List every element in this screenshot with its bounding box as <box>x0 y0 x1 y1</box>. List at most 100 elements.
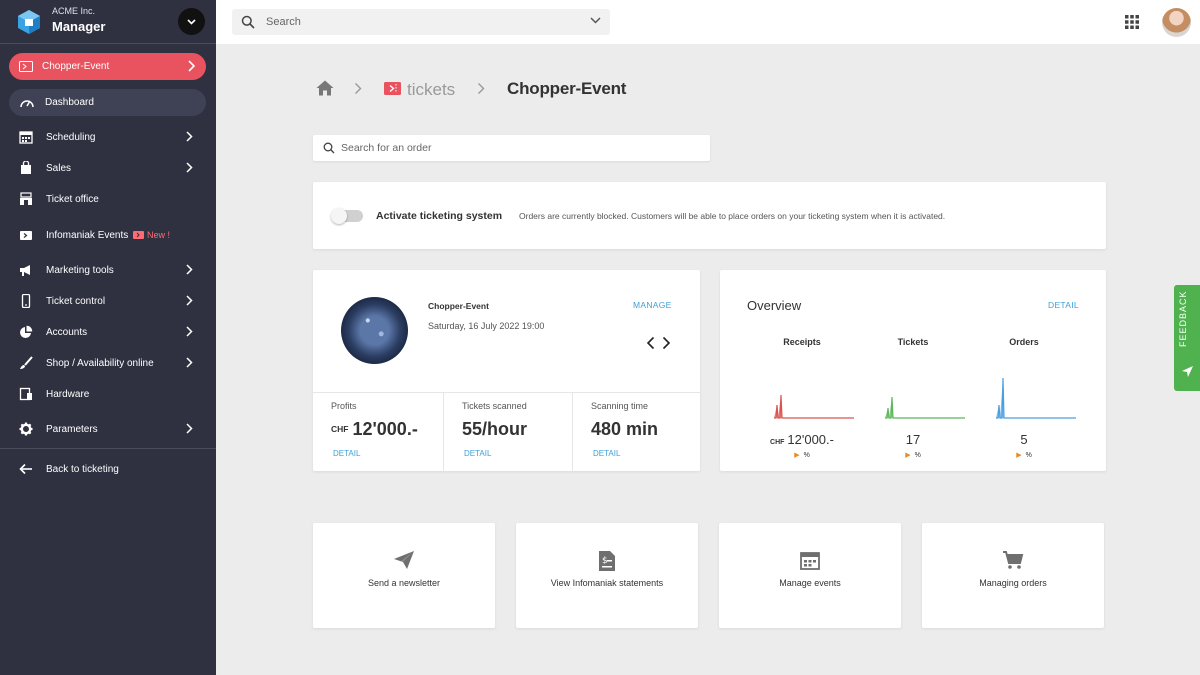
gear-icon <box>19 422 33 436</box>
stat-detail-link[interactable]: DETAIL <box>464 449 491 458</box>
order-search-input[interactable]: Search for an order <box>313 135 710 161</box>
shopping-bag-icon <box>21 161 31 174</box>
sidebar-item-shop-availability[interactable]: Shop / Availability online <box>0 349 216 377</box>
stat-detail-link[interactable]: DETAIL <box>333 449 360 458</box>
global-search-input[interactable]: Search <box>232 9 610 35</box>
sidebar-item-label: Ticket control <box>46 296 106 307</box>
sidebar-item-infomaniak-events[interactable]: Infomaniak Events New ! <box>0 221 216 249</box>
overview-column-head: Receipts <box>783 337 821 347</box>
sidebar-item-parameters[interactable]: Parameters <box>0 415 216 443</box>
stat-label: Scanning time <box>591 401 649 411</box>
sidebar-item-ticket-control[interactable]: Ticket control <box>0 287 216 315</box>
chevron-right-icon[interactable] <box>662 336 671 350</box>
breadcrumb-tickets-label: tickets <box>407 80 456 99</box>
new-badge-label: New ! <box>147 230 171 240</box>
calendar-icon <box>19 131 33 144</box>
statement-icon: $ <box>516 550 698 577</box>
sidebar-item-marketing-tools[interactable]: Marketing tools <box>0 256 216 284</box>
apps-grid-icon[interactable] <box>1125 15 1139 29</box>
tile-label: View Infomaniak statements <box>550 578 664 588</box>
sidebar-item-label: Accounts <box>46 327 88 338</box>
overview-card: Overview DETAIL Receipts CHF 12'000.- ▶% … <box>720 270 1106 471</box>
stat-scanning-time: Scanning time 480 min DETAIL <box>572 393 700 472</box>
account-switcher-button[interactable] <box>178 8 205 35</box>
stat-tickets-scanned: Tickets scanned 55/hour DETAIL <box>443 393 572 472</box>
sidebar-item-accounts[interactable]: Accounts <box>0 318 216 346</box>
svg-text:$: $ <box>602 556 608 566</box>
brand-header: ACME Inc. Manager <box>0 0 216 44</box>
sidebar-item-hardware[interactable]: Hardware <box>0 380 216 408</box>
tickets-sparkline <box>885 396 965 419</box>
activate-ticketing-description: Orders are currently blocked. Customers … <box>519 211 946 221</box>
sidebar-item-ticket-office[interactable]: Ticket office <box>0 185 216 213</box>
user-avatar[interactable] <box>1162 8 1191 37</box>
orders-sparkline <box>996 377 1076 419</box>
tile-label: Manage events <box>779 578 841 588</box>
send-newsletter-tile[interactable]: Send a newsletter <box>313 523 495 628</box>
stat-label: Profits <box>331 401 357 411</box>
megaphone-icon <box>20 265 30 276</box>
overview-column-head: Orders <box>1009 337 1039 347</box>
brand-logo-icon <box>18 10 40 34</box>
brand-app-name: Manager <box>52 19 106 34</box>
sidebar-item-sales[interactable]: Sales <box>0 154 216 182</box>
search-icon <box>323 142 335 154</box>
overview-percent-value: % <box>1025 452 1032 459</box>
sidebar-item-label: Dashboard <box>45 97 94 108</box>
chevron-right-icon <box>186 326 193 337</box>
sidebar-item-label: Marketing tools <box>46 265 114 276</box>
sidebar-item-dashboard[interactable]: Dashboard <box>9 89 206 116</box>
cart-icon <box>922 550 1104 575</box>
chevron-right-icon <box>478 83 485 94</box>
sidebar-item-label: Infomaniak Events <box>46 230 129 241</box>
manage-events-tile[interactable]: Manage events <box>719 523 901 628</box>
stat-currency: CHF <box>331 424 349 434</box>
chevron-down-icon <box>187 18 196 25</box>
chevron-right-icon <box>186 162 193 173</box>
back-to-ticketing-link[interactable]: Back to ticketing <box>0 455 216 483</box>
overview-amount: 12'000.- <box>787 432 834 447</box>
current-event-label: Chopper-Event <box>42 61 110 72</box>
event-name: Chopper-Event <box>428 301 489 311</box>
sidebar-item-scheduling[interactable]: Scheduling <box>0 123 216 151</box>
home-icon[interactable] <box>316 80 334 96</box>
arrow-left-icon <box>19 463 32 475</box>
toggle-knob <box>331 208 347 224</box>
event-image <box>341 297 408 364</box>
overview-percent-value: % <box>914 452 921 459</box>
sidebar: ACME Inc. Manager Chopper-Event Dashboar… <box>0 0 216 675</box>
ticket-icon <box>384 82 401 95</box>
chevron-right-icon <box>355 83 362 94</box>
stat-amount: 12'000.- <box>352 419 418 439</box>
overview-percent: ▶% <box>858 451 968 459</box>
brush-icon <box>20 356 33 369</box>
feedback-tab[interactable]: FEEDBACK <box>1174 285 1200 391</box>
sidebar-item-label: Shop / Availability online <box>46 358 154 369</box>
trend-arrow-icon: ▶ <box>1016 452 1022 459</box>
managing-orders-tile[interactable]: Managing orders <box>922 523 1104 628</box>
search-icon <box>241 15 255 29</box>
event-date: Saturday, 16 July 2022 19:00 <box>428 321 545 331</box>
global-search-placeholder: Search <box>266 16 301 28</box>
chevron-right-icon <box>186 357 193 368</box>
stat-label: Tickets scanned <box>462 401 527 411</box>
back-to-ticketing-label: Back to ticketing <box>46 464 119 475</box>
chevron-left-icon[interactable] <box>646 336 655 350</box>
sidebar-item-label: Hardware <box>46 389 90 400</box>
stat-value: 480 min <box>591 419 659 439</box>
chevron-right-icon <box>186 423 193 434</box>
brand-company: ACME Inc. <box>52 6 96 16</box>
order-search-placeholder: Search for an order <box>341 142 432 154</box>
view-statements-tile[interactable]: $ View Infomaniak statements <box>516 523 698 628</box>
new-badge: New ! <box>133 230 170 240</box>
stat-detail-link[interactable]: DETAIL <box>593 449 620 458</box>
overview-detail-link[interactable]: DETAIL <box>1048 300 1079 310</box>
event-summary-card: Chopper-Event Saturday, 16 July 2022 19:… <box>313 270 700 472</box>
ticket-icon <box>19 61 33 72</box>
pie-chart-icon <box>20 325 33 338</box>
chevron-right-icon <box>188 60 195 72</box>
current-event-button[interactable]: Chopper-Event <box>9 53 206 80</box>
overview-column-head: Tickets <box>897 337 929 347</box>
activate-ticketing-toggle[interactable] <box>331 208 363 224</box>
manage-event-link[interactable]: MANAGE <box>633 300 672 310</box>
